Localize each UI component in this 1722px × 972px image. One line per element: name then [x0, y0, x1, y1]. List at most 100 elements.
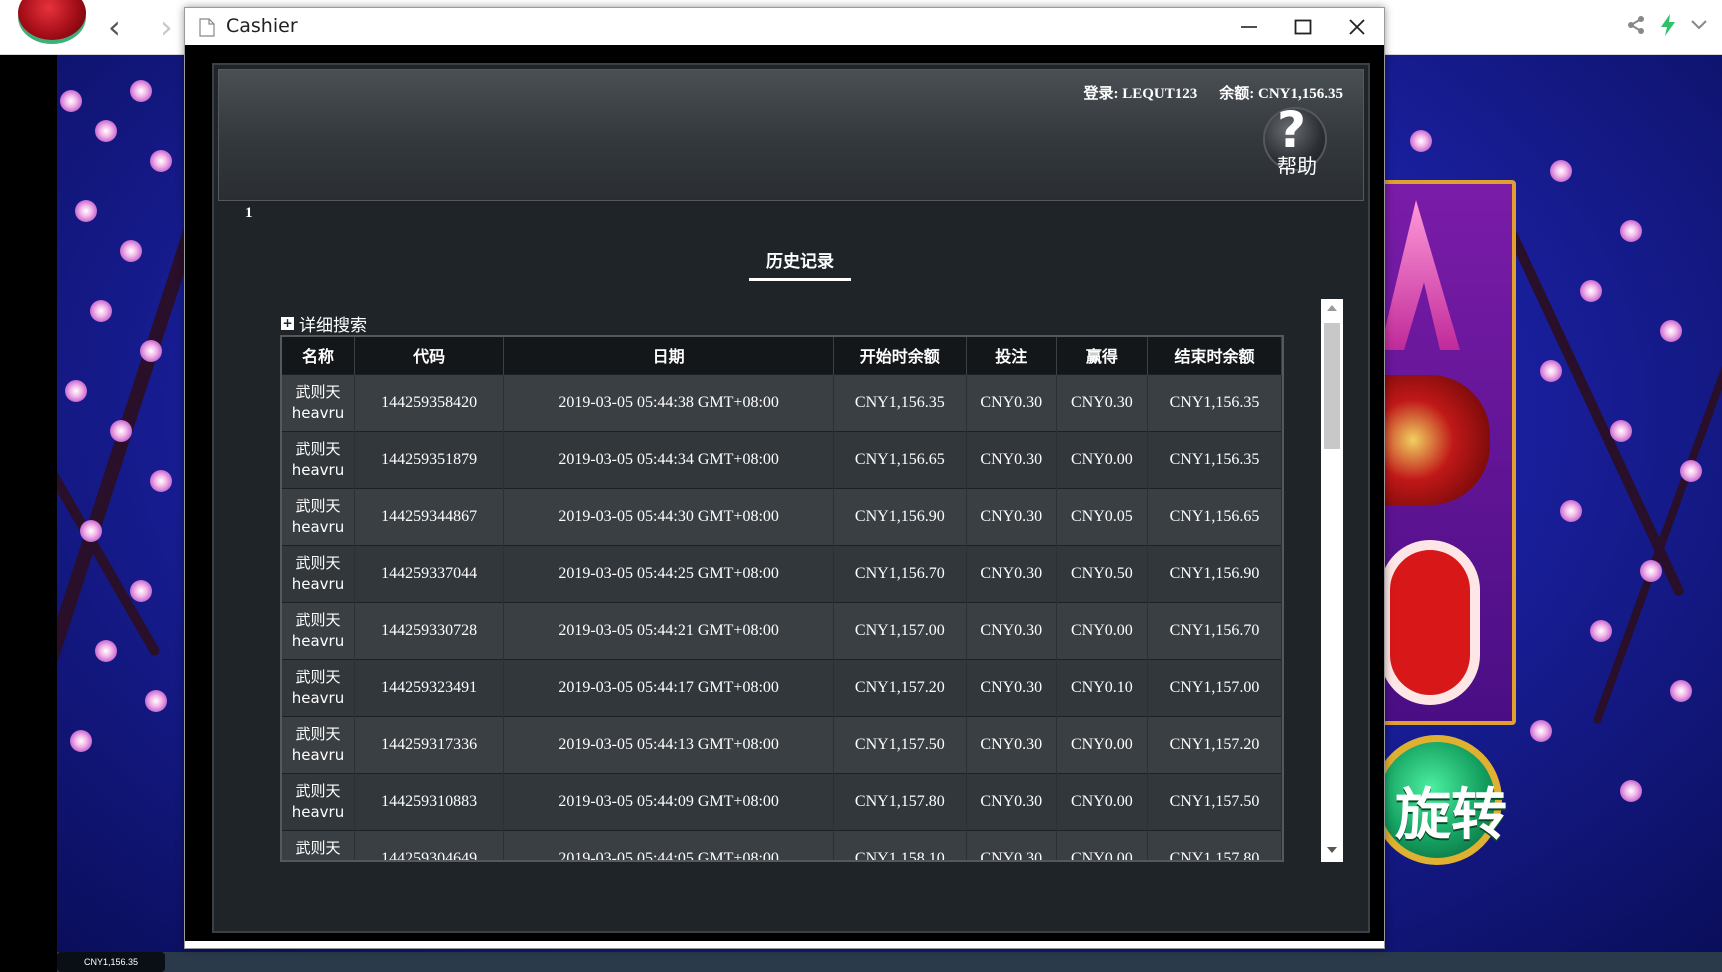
cell-date: 2019-03-05 05:44:13 GMT+08:00	[503, 715, 834, 773]
cell-date: 2019-03-05 05:44:38 GMT+08:00	[503, 373, 834, 431]
history-panel: 登录: LEQUT123 余额: CNY1,156.35 ? 帮助 1 历史记录…	[212, 63, 1370, 933]
window-bottom-edge	[185, 941, 1384, 948]
blossom	[75, 200, 97, 222]
cell-start-balance: CNY1,156.70	[833, 544, 967, 602]
blossom	[1640, 560, 1662, 582]
game-status-bar	[57, 952, 1722, 972]
blossom	[95, 640, 117, 662]
name-en: heavru	[291, 745, 345, 764]
plus-icon[interactable]: +	[281, 317, 294, 330]
cashier-window: Cashier 登录: LEQUT123 余额: CNY1,156.35 ? 帮…	[184, 7, 1385, 949]
cell-end-balance: CNY1,156.35	[1147, 373, 1282, 431]
table-row[interactable]: 武则天 heavru 144259304649 2019-03-05 05:44:…	[282, 829, 1282, 860]
blossom	[1580, 280, 1602, 302]
back-arrow-icon[interactable]: ‹	[108, 10, 121, 44]
cell-win: CNY0.50	[1056, 544, 1148, 602]
table-header-row: 名称 代码 日期 开始时余额 投注 赢得 结束时余额	[282, 337, 1282, 374]
name-cn: 武则天	[295, 724, 341, 743]
cell-win: CNY0.00	[1056, 829, 1148, 860]
detail-search-label[interactable]: 详细搜索	[299, 311, 367, 336]
lightning-icon[interactable]	[1660, 14, 1676, 36]
blossom	[1540, 360, 1562, 382]
table-row[interactable]: 武则天 heavru 144259337044 2019-03-05 05:44:…	[282, 544, 1282, 602]
left-margin	[0, 55, 57, 952]
name-en: heavru	[291, 688, 345, 707]
name-cn: 武则天	[295, 838, 341, 857]
browser-logo	[18, 0, 86, 40]
cell-bet: CNY0.30	[966, 658, 1057, 716]
forward-arrow-icon[interactable]: ›	[160, 10, 173, 44]
cell-name: 武则天 heavru	[282, 772, 355, 830]
table-row[interactable]: 武则天 heavru 144259330728 2019-03-05 05:44:…	[282, 601, 1282, 659]
blossom	[1560, 500, 1582, 522]
blossom	[150, 150, 172, 172]
cell-date: 2019-03-05 05:44:34 GMT+08:00	[503, 430, 834, 488]
blossom	[145, 690, 167, 712]
blossom	[150, 470, 172, 492]
scroll-down-icon[interactable]	[1327, 847, 1337, 853]
spin-label: 旋转	[1395, 783, 1507, 848]
scroll-thumb[interactable]	[1324, 323, 1340, 449]
cell-date: 2019-03-05 05:44:21 GMT+08:00	[503, 601, 834, 659]
blossom	[70, 730, 92, 752]
name-cn: 武则天	[295, 382, 341, 401]
branch	[1592, 365, 1722, 725]
cell-end-balance: CNY1,157.80	[1147, 829, 1282, 860]
name-cn: 武则天	[295, 781, 341, 800]
cell-date: 2019-03-05 05:44:05 GMT+08:00	[503, 829, 834, 860]
blossom	[65, 380, 87, 402]
close-icon	[1349, 18, 1365, 35]
branch	[1498, 212, 1686, 598]
cell-end-balance: CNY1,157.00	[1147, 658, 1282, 716]
table-row[interactable]: 武则天 heavru 144259344867 2019-03-05 05:44:…	[282, 487, 1282, 545]
name-en: heavru	[291, 517, 345, 536]
cell-bet: CNY0.30	[966, 373, 1057, 431]
table-row[interactable]: 武则天 heavru 144259310883 2019-03-05 05:44:…	[282, 772, 1282, 830]
history-table: 名称 代码 日期 开始时余额 投注 赢得 结束时余额 武则天 heavru 14…	[282, 337, 1282, 860]
reel-symbol-zero	[1380, 540, 1480, 705]
scroll-up-icon[interactable]	[1327, 305, 1337, 311]
table-row[interactable]: 武则天 heavru 144259358420 2019-03-05 05:44:…	[282, 373, 1282, 431]
blossom	[95, 120, 117, 142]
table-scrollbar[interactable]	[1321, 299, 1343, 862]
name-en: heavru	[291, 631, 345, 650]
cell-bet: CNY0.30	[966, 601, 1057, 659]
document-icon	[199, 18, 215, 41]
browser-tools	[1626, 14, 1708, 36]
cell-name: 武则天 heavru	[282, 544, 355, 602]
maximize-icon	[1294, 19, 1312, 34]
blossom	[90, 300, 112, 322]
blossom	[1680, 460, 1702, 482]
cell-code: 144259358420	[354, 373, 505, 431]
blossom	[1670, 680, 1692, 702]
cell-code: 144259351879	[354, 430, 505, 488]
window-titlebar[interactable]: Cashier	[185, 8, 1384, 45]
cell-end-balance: CNY1,156.35	[1147, 430, 1282, 488]
table-row[interactable]: 武则天 heavru 144259317336 2019-03-05 05:44:…	[282, 715, 1282, 773]
tab-history[interactable]: 历史记录	[749, 247, 851, 281]
cell-end-balance: CNY1,156.90	[1147, 544, 1282, 602]
cell-win: CNY0.10	[1056, 658, 1148, 716]
cell-end-balance: CNY1,156.65	[1147, 487, 1282, 545]
close-button[interactable]	[1330, 8, 1384, 45]
cell-start-balance: CNY1,156.65	[833, 430, 967, 488]
cell-code: 144259323491	[354, 658, 505, 716]
maximize-button[interactable]	[1276, 8, 1330, 45]
table-row[interactable]: 武则天 heavru 144259351879 2019-03-05 05:44:…	[282, 430, 1282, 488]
share-icon[interactable]	[1626, 15, 1646, 35]
cell-date: 2019-03-05 05:44:17 GMT+08:00	[503, 658, 834, 716]
cell-name: 武则天 heavru	[282, 430, 355, 488]
minimize-button[interactable]	[1222, 8, 1276, 45]
cell-date: 2019-03-05 05:44:30 GMT+08:00	[503, 487, 834, 545]
table-row[interactable]: 武则天 heavru 144259323491 2019-03-05 05:44:…	[282, 658, 1282, 716]
blossom	[1610, 420, 1632, 442]
detail-search-toggle[interactable]: + 详细搜索	[281, 311, 367, 336]
blossom	[1550, 160, 1572, 182]
help-label[interactable]: 帮助	[1277, 150, 1317, 179]
cell-start-balance: CNY1,157.50	[833, 715, 967, 773]
page-number[interactable]: 1	[245, 205, 253, 222]
chevron-down-icon[interactable]	[1690, 19, 1708, 31]
balance-label: 余额: CNY1,156.35	[1219, 86, 1343, 102]
cell-bet: CNY0.30	[966, 772, 1057, 830]
account-info: 登录: LEQUT123 余额: CNY1,156.35	[1083, 82, 1343, 103]
